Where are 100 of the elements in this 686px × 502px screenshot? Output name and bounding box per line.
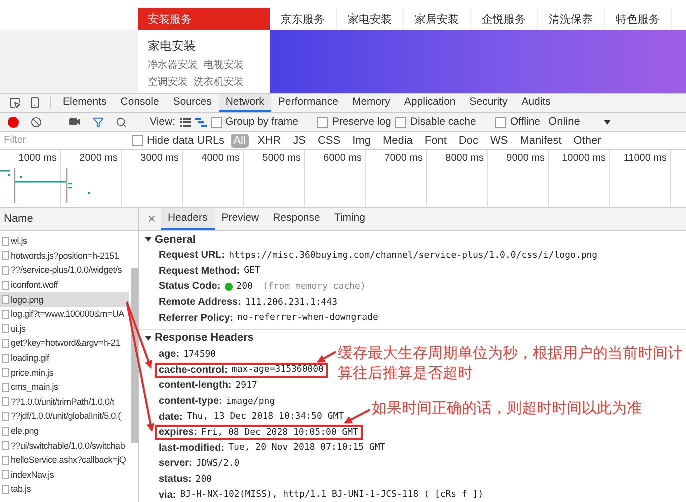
header-value: max-age=315360000: [232, 365, 324, 376]
option-checkbox[interactable]: Preserve log: [317, 116, 392, 128]
header-value: image/png: [226, 396, 276, 407]
type-filter-button[interactable]: Manifest: [517, 134, 565, 148]
request-row[interactable]: ??/service-plus/1.0.0/widget/s: [0, 263, 129, 278]
header-value: 200: [236, 282, 253, 292]
list-view-icon[interactable]: [180, 118, 190, 126]
header-value: BJ-H-NX-102(MISS), http/1.1 BJ-UNI-1-JCS-118 ( [cRs f ]): [180, 490, 484, 500]
menu-link[interactable]: 净水器安装: [148, 58, 198, 72]
time-tick-label: 3000 ms: [140, 153, 179, 164]
time-tick-label: 11000 ms: [624, 153, 667, 164]
header-name: status:: [159, 474, 192, 486]
details-tab[interactable]: Headers: [161, 208, 215, 230]
request-row[interactable]: indexNav.js: [0, 468, 129, 482]
request-row[interactable]: cms_main.js: [0, 380, 129, 395]
header-value: GET: [244, 266, 260, 276]
header-name: Status Code:: [159, 281, 221, 292]
menu-link[interactable]: 空调安装: [148, 75, 188, 89]
header-name: Remote Address:: [159, 297, 242, 308]
type-filter-button[interactable]: Font: [422, 134, 450, 148]
menu-link[interactable]: 洗衣机安装: [194, 75, 244, 89]
devtools-tab[interactable]: Memory: [345, 94, 398, 112]
header-name: cache-control:: [159, 364, 228, 376]
devtools-tab[interactable]: Elements: [56, 94, 114, 112]
request-row[interactable]: wl.js: [0, 234, 129, 249]
devtools-tab[interactable]: Console: [114, 94, 166, 112]
type-filter-button[interactable]: JS: [290, 134, 309, 148]
menu-link[interactable]: 电视安装: [204, 58, 244, 72]
header-value: 174590: [184, 350, 216, 360]
request-row[interactable]: tab.js: [0, 482, 129, 497]
request-row[interactable]: hotwords.js?position=h-2151: [0, 248, 129, 264]
scrollbar[interactable]: [131, 268, 138, 443]
details-tab[interactable]: Preview: [214, 208, 266, 230]
header-value: 2917: [236, 380, 258, 391]
request-row[interactable]: price.min.js: [0, 365, 129, 380]
details-tab[interactable]: Timing: [327, 208, 372, 230]
header-name: server:: [159, 458, 192, 470]
type-filter-button[interactable]: Doc: [456, 134, 482, 148]
option-checkbox[interactable]: Disable cache: [395, 116, 476, 128]
view-label: View:: [150, 116, 176, 128]
column-header: Name: [4, 213, 34, 225]
type-filter-button[interactable]: CSS: [314, 134, 344, 148]
option-checkbox[interactable]: Offline: [495, 116, 541, 128]
section-title[interactable]: Response Headers: [155, 332, 254, 344]
request-row[interactable]: helloService.ashx?callback=jQ: [0, 452, 129, 468]
request-row[interactable]: ??1.0.0/unit/trimPath/1.0.0/t: [0, 394, 129, 410]
type-filter-button[interactable]: XHR: [254, 134, 284, 148]
request-row[interactable]: ui.js: [0, 322, 129, 336]
header-value: Fri, 08 Dec 2028 10:05:00 GMT: [201, 428, 358, 438]
request-row[interactable]: loading.gif: [0, 350, 129, 366]
status-note: (from memory cache): [262, 282, 366, 292]
caret-icon[interactable]: [145, 236, 152, 243]
header-value: 111.206.231.1:443: [245, 298, 338, 308]
header-value: Thu, 13 Dec 2018 10:34:50 GMT: [186, 412, 344, 422]
annotation-note: 缓存最大生存周期单位为秒，根据用户的当前时间计算往后推算是否超时: [338, 343, 684, 383]
status-dot: [224, 282, 233, 291]
details-tab[interactable]: Response: [266, 208, 328, 230]
request-row[interactable]: log.gif?t=www.100000&m=UA: [0, 306, 129, 322]
request-row[interactable]: iconfont.woff: [0, 278, 129, 292]
header-name: Referrer Policy:: [159, 312, 234, 324]
time-tick-label: 10000 ms: [562, 153, 606, 164]
time-tick-label: 5000 ms: [262, 153, 301, 164]
header-name: age:: [159, 349, 180, 360]
devtools-tab[interactable]: Audits: [514, 94, 558, 112]
throttle-dropdown[interactable]: Online: [544, 116, 616, 128]
type-filter-button[interactable]: WS: [487, 134, 512, 148]
header-value: JDWS/2.0: [196, 458, 240, 469]
request-row[interactable]: ??ui/switchable/1.0.0/switchab: [0, 438, 129, 453]
menu-heading: 家电安装: [148, 38, 197, 55]
type-filter-button[interactable]: Other: [570, 134, 604, 148]
header-name: Request URL:: [159, 250, 226, 262]
devtools-tab[interactable]: Network: [218, 94, 272, 112]
devtools-tab[interactable]: Performance: [271, 94, 346, 112]
header-name: content-type:: [159, 396, 222, 408]
type-filter-button[interactable]: Img: [350, 134, 374, 148]
option-checkbox[interactable]: Group by frame: [210, 116, 298, 128]
header-name: via:: [159, 490, 176, 501]
hide-data-urls-checkbox[interactable]: Hide data URLs: [132, 134, 225, 146]
header-name: Request Method:: [159, 266, 240, 277]
time-tick-label: 7000 ms: [384, 153, 423, 164]
header-name: content-length:: [159, 380, 232, 392]
header-name: expires:: [159, 427, 198, 438]
section-title[interactable]: General: [155, 234, 196, 246]
time-tick-label: 4000 ms: [202, 153, 240, 164]
time-tick-label: 8000 ms: [446, 153, 484, 164]
type-filter-button[interactable]: Media: [380, 134, 416, 148]
record-button[interactable]: [8, 116, 19, 128]
devtools-tab[interactable]: Application: [397, 94, 463, 112]
request-row[interactable]: ele.png: [0, 424, 129, 438]
request-row[interactable]: logo.png: [0, 292, 129, 307]
header-value: no-referrer-when-downgrade: [237, 313, 378, 324]
header-value: https://misc.360buyimg.com/channel/service-plus/1.0.0/css/i/logo.png: [229, 250, 598, 261]
request-row[interactable]: ??jdf/1.0.0/unit/globalInit/5.0.(: [0, 409, 129, 424]
caret-icon: [604, 120, 612, 124]
nav-link[interactable]: 安装服务: [138, 8, 270, 30]
waterfall-view-icon[interactable]: [194, 118, 206, 126]
devtools-tab[interactable]: Security: [462, 94, 515, 112]
caret-icon[interactable]: [145, 334, 152, 342]
request-row[interactable]: get?key=hotword&argv=h-21: [0, 336, 129, 351]
devtools-tab[interactable]: Sources: [166, 94, 219, 112]
